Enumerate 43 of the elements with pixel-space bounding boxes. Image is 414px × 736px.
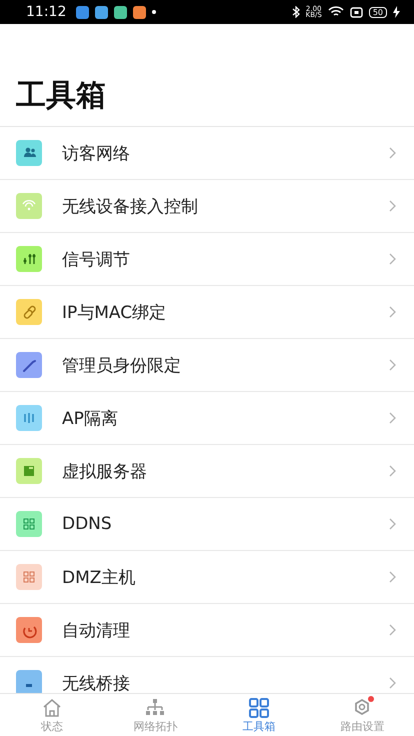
chevron-icon	[389, 571, 396, 583]
tool-row[interactable]: 虚拟服务器	[0, 445, 414, 498]
chevron-icon	[389, 465, 396, 477]
tool-row[interactable]: DMZ主机	[0, 551, 414, 604]
tool-row[interactable]: 管理员身份限定	[0, 339, 414, 392]
tool-label: 自动清理	[62, 620, 131, 642]
tool-row[interactable]: 访客网络	[0, 127, 414, 180]
battery-level: 50	[368, 6, 387, 18]
tool-label: 访客网络	[62, 142, 131, 164]
chevron-icon	[389, 518, 396, 530]
tool-label: 无线桥接	[62, 672, 131, 693]
tool-row[interactable]: DDNS	[0, 498, 414, 551]
chevron-icon	[389, 677, 396, 689]
bluetooth-icon	[292, 6, 300, 18]
chevron-icon	[389, 412, 396, 424]
chevron-icon	[389, 624, 396, 636]
tool-row[interactable]: AP隔离	[0, 392, 414, 445]
tool-row[interactable]: 无线设备接入控制	[0, 180, 414, 233]
dot-icon	[152, 10, 156, 14]
tool-label: 无线设备接入控制	[62, 196, 199, 218]
tool-label: IP与MAC绑定	[62, 302, 168, 324]
chevron-icon	[389, 147, 396, 159]
charging-icon	[393, 6, 400, 18]
tool-label: AP隔离	[62, 408, 119, 430]
tool-row[interactable]: 自动清理	[0, 604, 414, 657]
tool-label: DDNS	[62, 514, 113, 534]
tool-row[interactable]: IP与MAC绑定	[0, 286, 414, 339]
wifi-icon	[328, 6, 344, 18]
nav-tab[interactable]: 工具箱	[207, 694, 310, 736]
tool-label: 虚拟服务器	[62, 460, 148, 482]
tool-row[interactable]: 信号调节	[0, 233, 414, 286]
home-icon	[40, 697, 63, 719]
page-title: 工具箱	[16, 77, 107, 115]
screen-icon	[350, 6, 363, 18]
chevron-icon	[389, 253, 396, 265]
chevron-icon	[389, 306, 396, 318]
chevron-icon	[389, 359, 396, 371]
status-time: 11:12	[26, 4, 66, 20]
chevron-icon	[389, 200, 396, 212]
tool-label: DMZ主机	[62, 566, 136, 588]
tool-label: 信号调节	[62, 248, 131, 270]
grid-icon	[248, 697, 270, 719]
tool-label: 管理员身份限定	[62, 354, 182, 376]
